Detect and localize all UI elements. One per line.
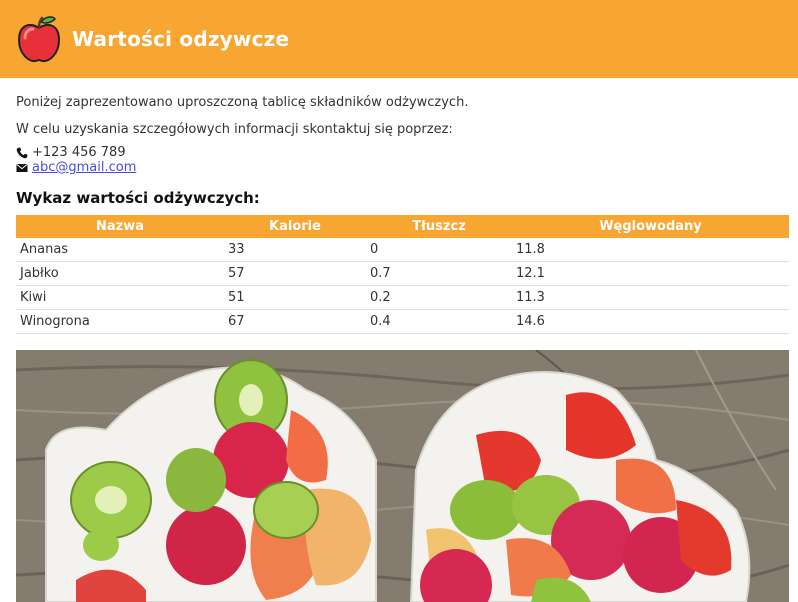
envelope-icon <box>16 163 28 172</box>
cell-calories: 51 <box>224 285 366 310</box>
page-header: Wartości odzywcze <box>0 0 798 78</box>
cell-calories: 67 <box>224 309 366 334</box>
email-line: abc@gmail.com <box>16 160 788 175</box>
column-header-fat: Tłuszcz <box>366 215 512 238</box>
cell-carbs: 12.1 <box>512 261 789 286</box>
cell-carbs: 14.6 <box>512 309 789 334</box>
fruit-salad-photo <box>16 350 789 602</box>
phone-icon <box>16 147 28 158</box>
column-header-carbs: Węglowodany <box>512 215 789 238</box>
cell-fat: 0.7 <box>366 261 512 286</box>
table-header-row: Nazwa Kalorie Tłuszcz Węglowodany <box>16 215 789 238</box>
cell-carbs: 11.8 <box>512 238 789 262</box>
main-content: Poniżej zaprezentowano uproszczoną tabli… <box>0 94 798 602</box>
phone-number: +123 456 789 <box>32 145 126 160</box>
column-header-calories: Kalorie <box>224 215 366 238</box>
nutrition-table: Nazwa Kalorie Tłuszcz Węglowodany Ananas… <box>16 215 789 334</box>
cell-fat: 0.2 <box>366 285 512 310</box>
cell-calories: 33 <box>224 238 366 262</box>
column-header-name: Nazwa <box>16 215 224 238</box>
cell-fat: 0.4 <box>366 309 512 334</box>
cell-name: Jabłko <box>16 261 224 286</box>
phone-line: +123 456 789 <box>16 145 788 160</box>
cell-carbs: 11.3 <box>512 285 789 310</box>
email-link[interactable]: abc@gmail.com <box>32 160 136 175</box>
page-title: Wartości odzywcze <box>72 27 290 51</box>
cell-name: Winogrona <box>16 309 224 334</box>
cell-fat: 0 <box>366 238 512 262</box>
cell-calories: 57 <box>224 261 366 286</box>
cell-name: Ananas <box>16 238 224 262</box>
table-row: Ananas 33 0 11.8 <box>16 238 789 262</box>
table-row: Jabłko 57 0.7 12.1 <box>16 261 789 286</box>
table-row: Winogrona 67 0.4 14.6 <box>16 309 789 334</box>
table-heading: Wykaz wartości odżywczych: <box>16 189 260 207</box>
table-row: Kiwi 51 0.2 11.3 <box>16 285 789 310</box>
apple-icon <box>17 16 61 63</box>
intro-text: Poniżej zaprezentowano uproszczoną tabli… <box>16 95 469 110</box>
contact-intro-text: W celu uzyskania szczegółowych informacj… <box>16 122 453 137</box>
cell-name: Kiwi <box>16 285 224 310</box>
